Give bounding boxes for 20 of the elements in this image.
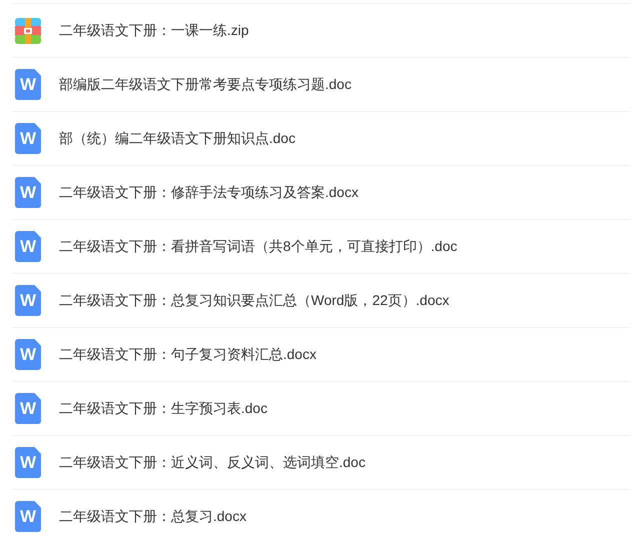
document-icon: W [15,501,41,532]
file-name[interactable]: 二年级语文下册：生字预习表.doc [59,398,268,419]
document-icon: W [15,123,41,154]
file-name[interactable]: 部（统）编二年级语文下册知识点.doc [59,128,296,149]
file-name[interactable]: 二年级语文下册：近义词、反义词、选词填空.doc [59,452,366,473]
file-name[interactable]: 部编版二年级语文下册常考要点专项练习题.doc [59,74,352,95]
document-icon: W [15,231,41,262]
document-icon: W [15,69,41,100]
file-name[interactable]: 二年级语文下册：修辞手法专项练习及答案.docx [59,182,358,203]
file-name[interactable]: 二年级语文下册：总复习.docx [59,506,246,527]
document-icon: W [15,177,41,208]
document-icon: W [15,339,41,370]
document-icon: W [15,447,41,478]
file-name[interactable]: 二年级语文下册：总复习知识要点汇总（Word版，22页）.docx [59,290,450,311]
file-name[interactable]: 二年级语文下册：句子复习资料汇总.docx [59,344,316,365]
file-name[interactable]: 二年级语文下册：一课一练.zip [59,20,249,41]
document-icon: W [15,285,41,316]
document-icon: W [15,393,41,424]
file-name[interactable]: 二年级语文下册：看拼音写词语（共8个单元，可直接打印）.doc [59,236,458,257]
archive-icon [15,18,41,44]
